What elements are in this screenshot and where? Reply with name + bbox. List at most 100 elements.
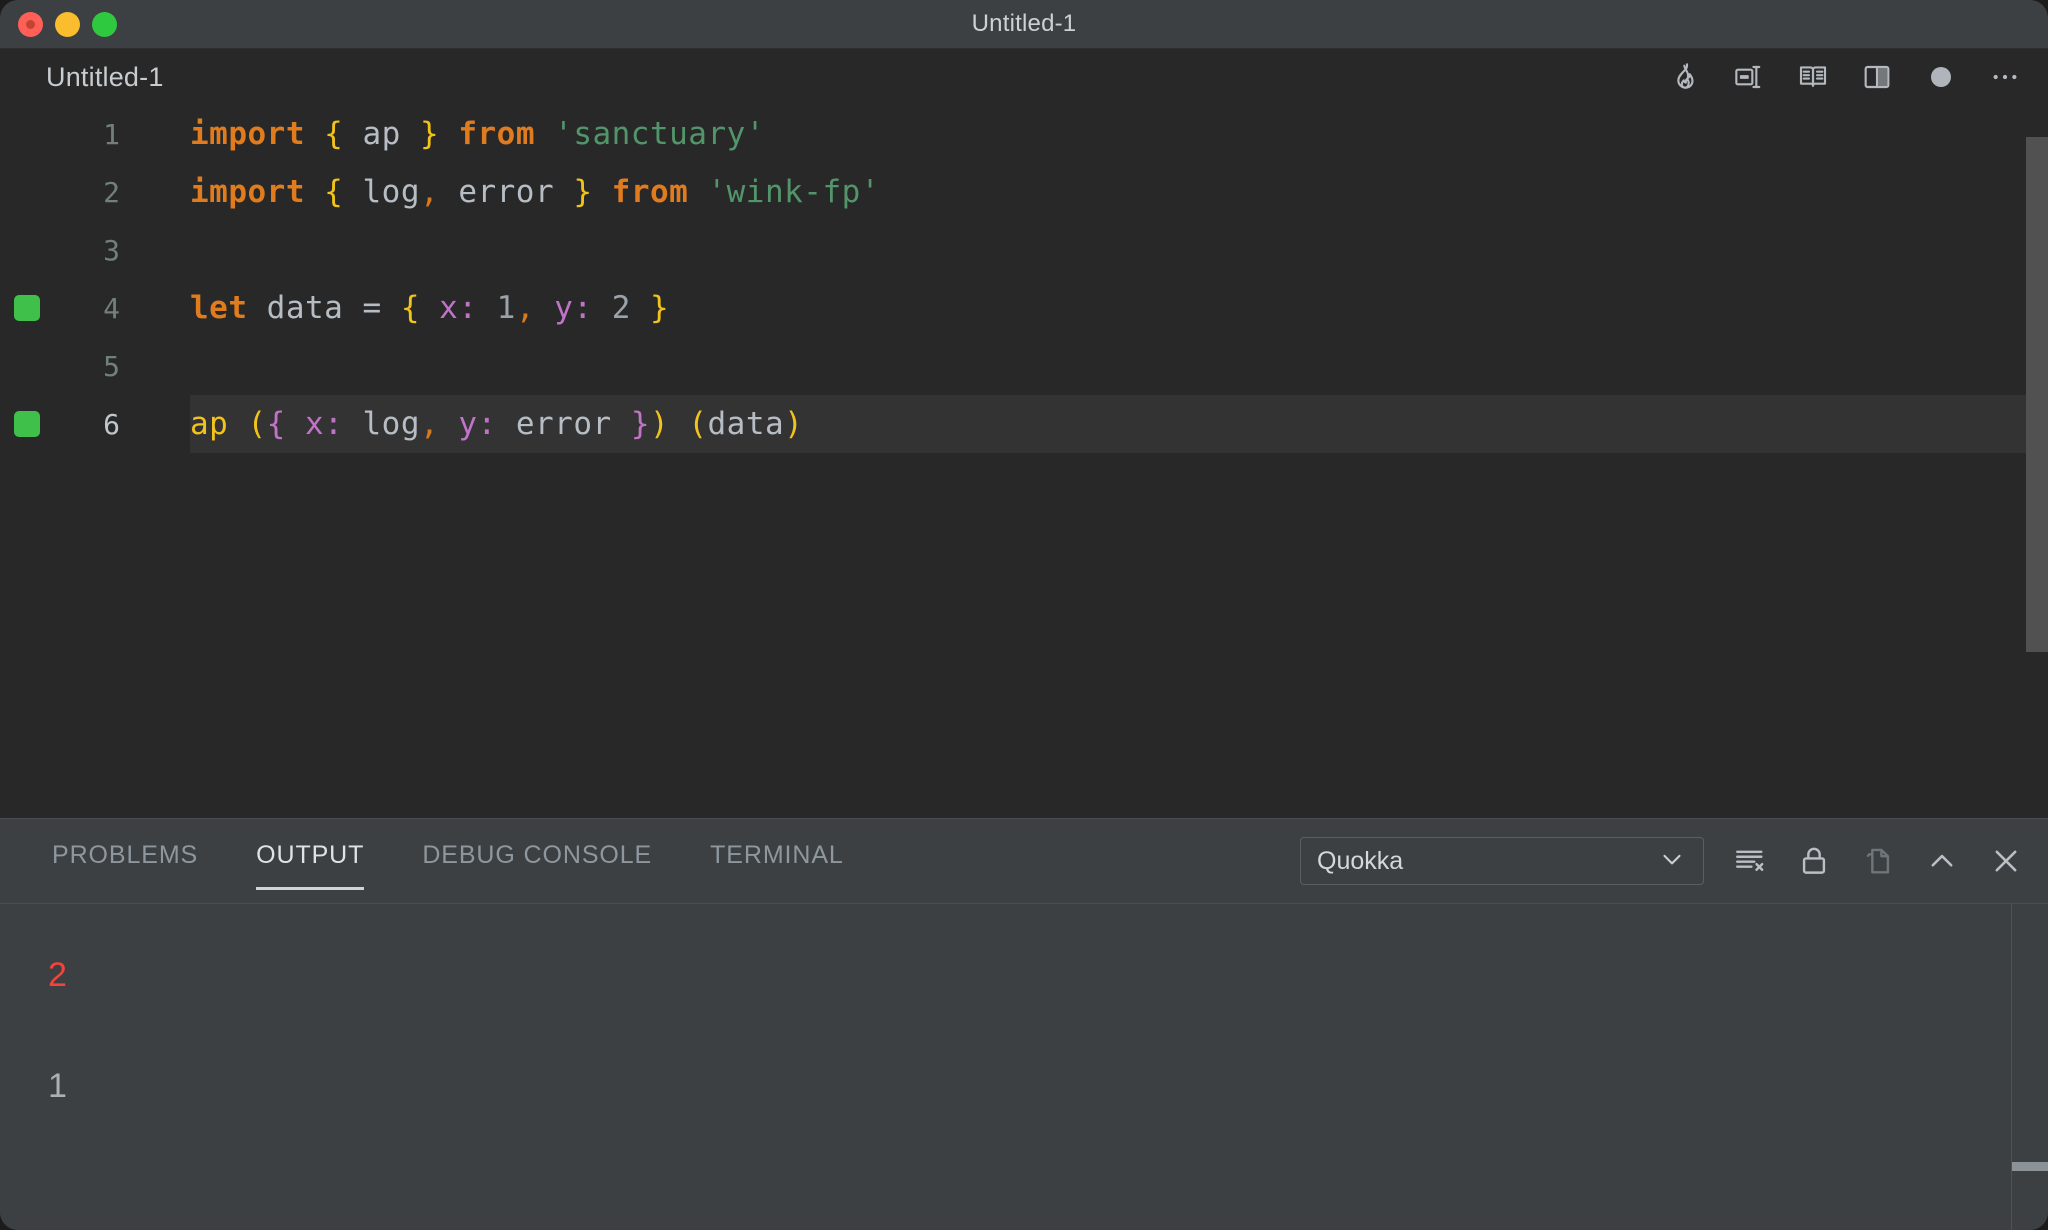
- token-identifier: error: [496, 406, 631, 442]
- line-number: 1: [103, 117, 120, 151]
- maximize-window-button[interactable]: [92, 11, 117, 37]
- code-editor[interactable]: 1 import { ap } from 'sanctuary' 2 impor…: [0, 105, 2048, 818]
- output-line: 1: [48, 1067, 67, 1105]
- clear-output-icon[interactable]: [1732, 843, 1768, 879]
- token-comma: ,: [419, 174, 440, 210]
- output-channel-select[interactable]: Quokka: [1300, 837, 1704, 885]
- token-brace: }: [630, 406, 650, 442]
- token-keyword: from: [458, 116, 535, 152]
- token-string: 'wink-fp': [707, 174, 880, 210]
- token-property: x:: [305, 406, 344, 442]
- panel-controls: Quokka: [1300, 819, 2024, 903]
- minimize-window-button[interactable]: [55, 11, 80, 37]
- output-content[interactable]: 2 1: [0, 903, 2048, 1230]
- code-line[interactable]: 1 import { ap } from 'sanctuary': [0, 105, 2048, 163]
- open-preview-icon[interactable]: [1796, 60, 1830, 94]
- code-line[interactable]: 2 import { log, error } from 'wink-fp': [0, 163, 2048, 221]
- token-identifier: log: [343, 174, 420, 210]
- token-identifier: data: [707, 406, 785, 442]
- close-panel-icon[interactable]: [1988, 843, 2024, 879]
- token-brace: }: [573, 174, 593, 210]
- token-brace: {: [266, 406, 286, 442]
- traffic-light-group: [18, 0, 117, 48]
- token-comma: ,: [515, 290, 536, 326]
- quokka-flame-icon[interactable]: [1668, 60, 1702, 94]
- token-brace: }: [650, 290, 670, 326]
- token-property: y:: [554, 290, 593, 326]
- token-keyword: from: [611, 174, 689, 210]
- line-content: ap ({ x: log, y: error }) (data): [190, 406, 803, 442]
- app-window: Untitled-1 Untitled-1 1 import {ap} fr…: [0, 0, 2048, 1230]
- quokka-run-marker-icon[interactable]: [14, 295, 40, 321]
- code-line[interactable]: 5: [0, 337, 2048, 395]
- more-actions-icon[interactable]: [1988, 60, 2022, 94]
- code-line[interactable]: 4 let data = { x: 1, y: 2 }: [0, 279, 2048, 337]
- line-number: 5: [103, 349, 120, 383]
- quokka-run-marker-icon[interactable]: [14, 411, 40, 437]
- token-keyword: import: [190, 174, 305, 210]
- token-paren: (: [688, 406, 708, 442]
- token-brace: {: [324, 174, 344, 210]
- unsaved-dot-icon[interactable]: [1924, 60, 1958, 94]
- token-number: 1: [496, 290, 516, 326]
- tab-debug-console[interactable]: DEBUG CONSOLE: [422, 833, 652, 890]
- line-number: 2: [103, 175, 120, 209]
- line-content: let data = { x: 1, y: 2 }: [190, 290, 669, 326]
- close-window-button[interactable]: [18, 11, 43, 37]
- token-function: ap: [190, 406, 229, 442]
- token-operator: =: [362, 290, 382, 326]
- line-number: 3: [103, 233, 120, 267]
- line-content: import { ap } from 'sanctuary': [190, 116, 765, 152]
- token-string: 'sanctuary': [554, 116, 765, 152]
- window-title: Untitled-1: [971, 10, 1077, 37]
- token-identifier: log: [343, 406, 420, 442]
- code-line-active[interactable]: 6 ap ({ x: log, y: error }) (data): [0, 395, 2048, 453]
- line-number: 6: [103, 407, 120, 441]
- output-line-error: 2: [48, 956, 67, 994]
- token-keyword: import: [190, 116, 305, 152]
- token-brace: }: [419, 116, 440, 152]
- maximize-panel-icon[interactable]: [1924, 843, 1960, 879]
- editor-vertical-scrollbar[interactable]: [2026, 137, 2048, 652]
- token-number: 2: [611, 290, 631, 326]
- panel-divider: [2011, 904, 2012, 1230]
- code-line[interactable]: 3: [0, 221, 2048, 279]
- toggle-layout-icon[interactable]: [1860, 60, 1894, 94]
- chevron-down-icon: [1657, 844, 1687, 879]
- panel-header: PROBLEMS OUTPUT DEBUG CONSOLE TERMINAL Q…: [0, 819, 2048, 903]
- split-editor-right-icon[interactable]: [1732, 60, 1766, 94]
- tab-problems[interactable]: PROBLEMS: [52, 833, 198, 890]
- lock-scroll-icon[interactable]: [1796, 843, 1832, 879]
- output-scrollbar-thumb[interactable]: [2012, 1162, 2048, 1171]
- token-keyword: let: [190, 290, 248, 326]
- token-identifier: error: [439, 174, 574, 210]
- token-comma: ,: [420, 406, 440, 442]
- tab-output[interactable]: OUTPUT: [256, 833, 365, 890]
- breadcrumb[interactable]: Untitled-1: [46, 62, 164, 93]
- token-identifier: ap: [343, 116, 420, 152]
- line-number: 4: [103, 291, 120, 325]
- open-in-editor-icon[interactable]: [1860, 843, 1896, 879]
- bottom-panel: PROBLEMS OUTPUT DEBUG CONSOLE TERMINAL Q…: [0, 818, 2048, 1230]
- tab-terminal[interactable]: TERMINAL: [710, 833, 844, 890]
- window-titlebar: Untitled-1: [0, 0, 2048, 49]
- token-paren: ): [784, 406, 804, 442]
- token-paren: (: [247, 406, 267, 442]
- token-paren: ): [650, 406, 670, 442]
- editor-actions-toolbar: [1668, 49, 2022, 105]
